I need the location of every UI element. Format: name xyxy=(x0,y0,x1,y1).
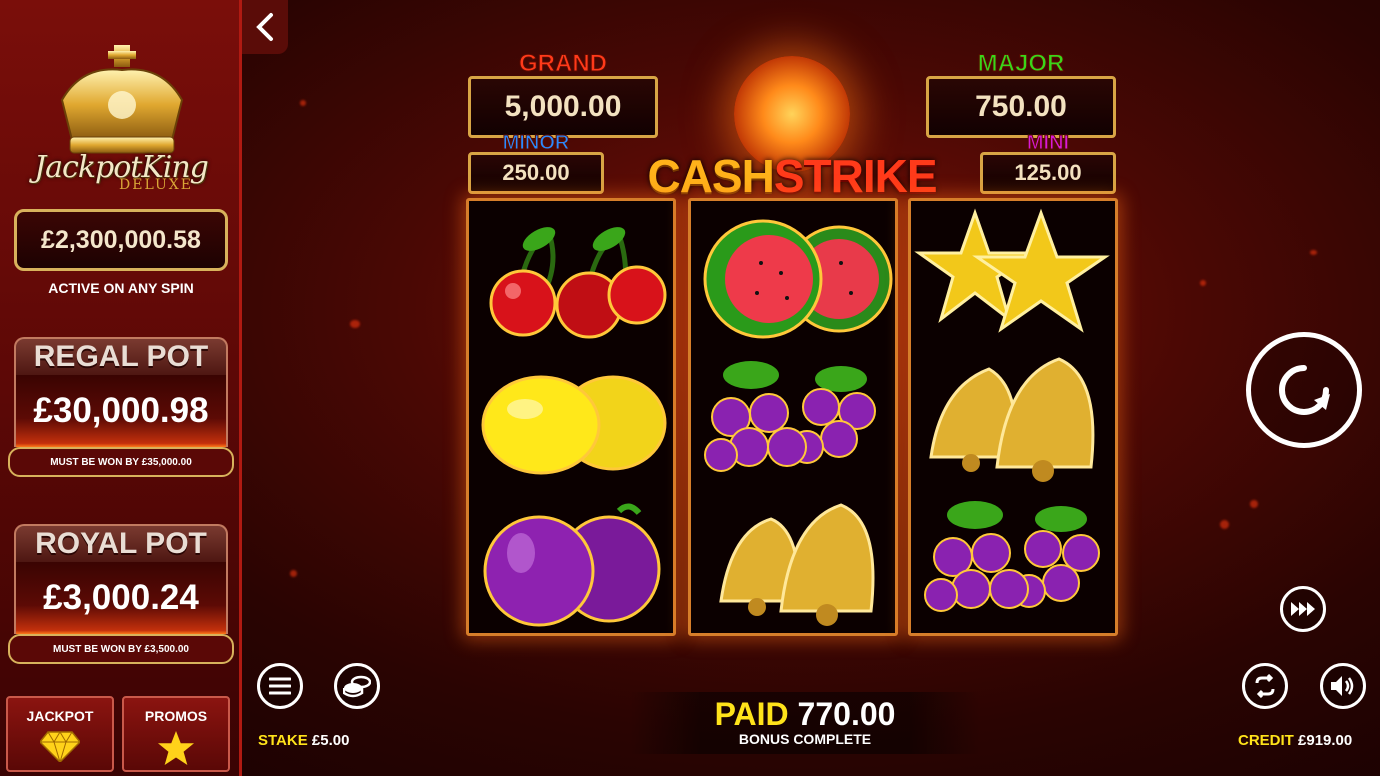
grapes-icon xyxy=(924,501,1100,612)
regal-pot: REGAL POT £30,000.98 MUST BE WON BY £35,… xyxy=(8,337,234,477)
crown-icon xyxy=(60,45,184,154)
grand-label: GRAND xyxy=(519,50,608,78)
watermelons-icon xyxy=(703,219,893,339)
reel-3 xyxy=(908,198,1118,636)
sound-button[interactable] xyxy=(1320,663,1366,709)
paid-value: 770.00 xyxy=(797,696,896,732)
major-label: MAJOR xyxy=(977,50,1065,78)
autoplay-icon xyxy=(1255,674,1275,698)
royal-pot-value: £3,000.24 xyxy=(14,562,228,634)
diamond-icon xyxy=(40,731,80,762)
autoplay-button[interactable] xyxy=(1242,663,1288,709)
logo-strike: STRIKE xyxy=(773,150,938,202)
grand-value: 5,000.00 xyxy=(468,76,658,138)
stake-label: STAKE xyxy=(258,732,308,749)
grand-jackpot: GRAND 5,000.00 xyxy=(468,50,658,138)
minor-value: 250.00 xyxy=(468,152,604,194)
ember xyxy=(1220,520,1229,529)
plums-icon xyxy=(483,503,661,627)
bells-icon xyxy=(719,503,875,626)
stake-value: £5.00 xyxy=(311,732,350,749)
coins-icon xyxy=(343,675,371,698)
major-jackpot: MAJOR 750.00 xyxy=(926,50,1116,138)
reel-2 xyxy=(688,198,898,636)
jackpot-button-label: JACKPOT xyxy=(26,708,94,724)
logo-cash: CASH xyxy=(647,150,774,202)
ember xyxy=(1200,280,1206,286)
jackpot-button[interactable]: JACKPOT xyxy=(6,696,114,772)
stake-display: STAKE £5.00 xyxy=(258,732,349,749)
ember xyxy=(1250,500,1258,508)
paid-label: PAID xyxy=(714,696,789,732)
cherries-icon xyxy=(489,227,667,339)
jackpot-king-sidebar: JackpotKing DELUXE £2,300,000.58 ACTIVE … xyxy=(0,0,242,776)
menu-button[interactable] xyxy=(257,663,303,709)
mini-jackpot: MINI 125.00 xyxy=(980,132,1116,194)
lemons-icon xyxy=(481,375,667,475)
stake-button[interactable] xyxy=(334,663,380,709)
star-icon xyxy=(158,730,194,766)
menu-icon xyxy=(269,677,291,695)
turbo-button[interactable] xyxy=(1280,586,1326,632)
promos-button-label: PROMOS xyxy=(144,708,208,724)
ember xyxy=(350,320,360,328)
spin-button[interactable] xyxy=(1246,332,1362,448)
minor-label: MINOR xyxy=(502,132,570,155)
ember xyxy=(1310,250,1317,255)
fast-forward-icon xyxy=(1291,602,1315,616)
active-on-any-spin-text: ACTIVE ON ANY SPIN xyxy=(48,280,194,296)
back-chevron-icon xyxy=(256,13,273,41)
ember xyxy=(290,570,297,577)
credit-label: CREDIT xyxy=(1238,732,1294,749)
royal-pot-must-be-won: MUST BE WON BY £3,500.00 xyxy=(8,634,234,664)
cash-strike-logo: CASHSTRIKE xyxy=(612,150,972,202)
royal-pot: ROYAL POT £3,000.24 MUST BE WON BY £3,50… xyxy=(8,524,234,664)
credit-value: £919.00 xyxy=(1298,732,1353,749)
back-button[interactable] xyxy=(242,0,288,54)
jackpot-king-logo: JackpotKing DELUXE xyxy=(10,150,232,210)
mini-label: MINI xyxy=(1026,132,1070,155)
major-value: 750.00 xyxy=(926,76,1116,138)
grapes-icon xyxy=(704,361,876,472)
bells-icon xyxy=(929,357,1095,482)
regal-pot-value: £30,000.98 xyxy=(14,375,228,447)
reel-1 xyxy=(466,198,676,636)
minor-jackpot: MINOR 250.00 xyxy=(468,132,604,194)
jackpot-king-amount: £2,300,000.58 xyxy=(14,209,228,271)
ember xyxy=(300,100,306,106)
stars-icon xyxy=(914,208,1110,333)
promos-button[interactable]: PROMOS xyxy=(122,696,230,772)
regal-pot-title: REGAL POT xyxy=(14,337,228,375)
mini-value: 125.00 xyxy=(980,152,1116,194)
win-display: PAID 770.00 BONUS COMPLETE xyxy=(630,692,980,754)
royal-pot-title: ROYAL POT xyxy=(14,524,228,562)
regal-pot-must-be-won: MUST BE WON BY £35,000.00 xyxy=(8,447,234,477)
spin-icon xyxy=(1279,365,1330,415)
credit-display: CREDIT £919.00 xyxy=(1238,732,1352,749)
bonus-status: BONUS COMPLETE xyxy=(738,731,872,747)
sound-icon xyxy=(1331,676,1354,696)
